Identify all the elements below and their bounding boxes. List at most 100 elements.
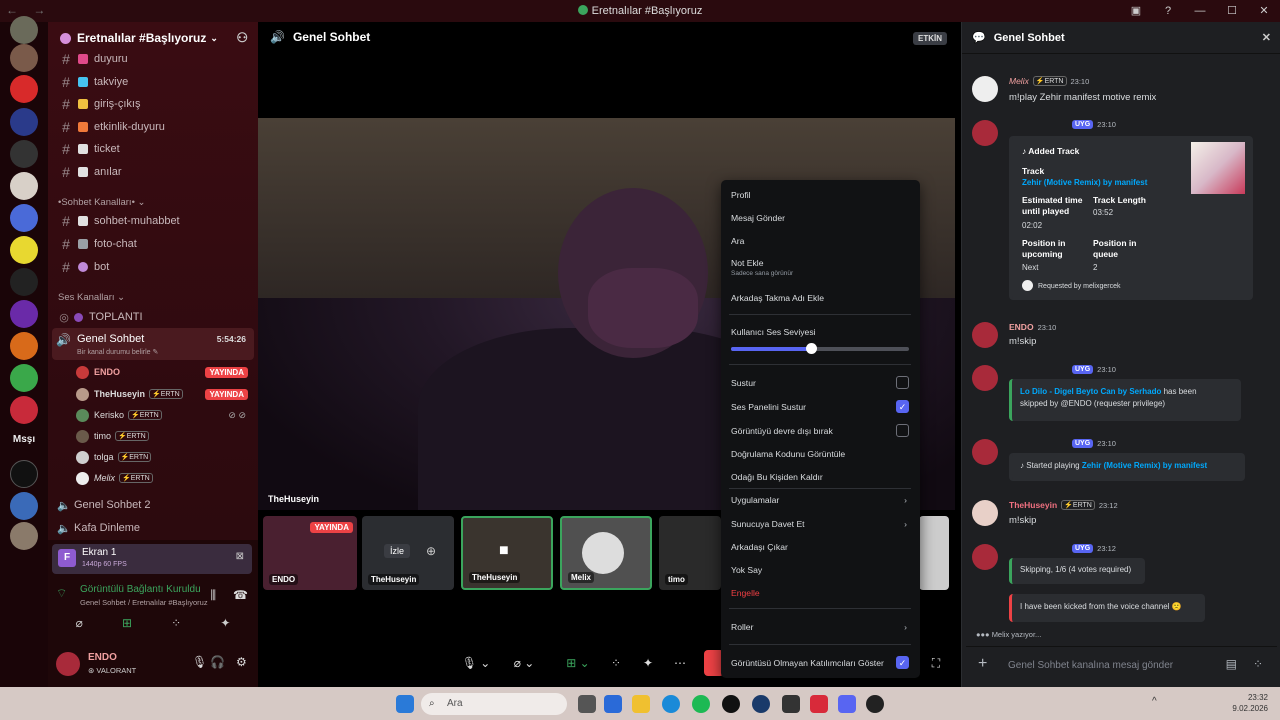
voice-channel-general-2[interactable]: 🔈 Genel Sohbet 2 — [54, 496, 254, 514]
edge-icon[interactable] — [662, 695, 680, 713]
channel-item[interactable]: # bot — [56, 257, 252, 277]
connection-status[interactable]: Görüntülü Bağlantı Kuruldu — [80, 584, 201, 595]
server-icon[interactable] — [10, 492, 38, 520]
menu-roles[interactable]: Roller › — [731, 622, 911, 632]
chat-message[interactable]: UYG 23:10 Lo Dilo - Digel Beyto Can by Se… — [970, 365, 1270, 421]
server-icon[interactable] — [10, 364, 38, 392]
stop-share-icon[interactable]: ⊠ — [236, 551, 244, 562]
add-attachment-icon[interactable]: + — [978, 655, 987, 673]
app-icon[interactable] — [810, 695, 828, 713]
menu-view-verification[interactable]: Doğrulama Kodunu Görüntüle — [731, 449, 911, 459]
message-input[interactable] — [1008, 657, 1228, 673]
voice-user[interactable]: timo ⚡ERTN — [76, 426, 252, 446]
camera-off-icon[interactable]: ⌀ ⌄ — [504, 650, 544, 676]
server-icon[interactable] — [10, 204, 38, 232]
disconnect-icon[interactable]: ☎ — [233, 588, 248, 602]
user-volume-slider[interactable] — [731, 343, 909, 354]
microphone-icon[interactable]: 🎙 ⌄ — [456, 650, 496, 676]
channel-item[interactable]: # giriş-çıkış — [56, 94, 252, 114]
server-icon[interactable] — [10, 300, 38, 328]
avatar[interactable] — [972, 322, 998, 348]
task-view-icon[interactable] — [578, 695, 596, 713]
voice-user[interactable]: tolga ⚡ERTN — [76, 447, 252, 467]
category-text-channels[interactable]: •Sohbet Kanalları• ⌄ — [58, 197, 146, 208]
screen-share-icon[interactable]: ⊞ ⌄ — [558, 650, 598, 676]
chat-message[interactable]: ENDO 23:10 m!skip — [970, 322, 1270, 352]
server-icon[interactable] — [10, 460, 38, 488]
guild-header[interactable]: Eretnalılar #Başlıyoruz ⌄ ⚇ — [48, 26, 258, 50]
voice-channel-general[interactable]: 🔊 Genel Sohbet 5:54:26 Bir kanal durumu … — [52, 328, 254, 360]
popout-icon[interactable]: ⊕ — [426, 544, 436, 558]
chevron-up-icon[interactable]: ^ — [1152, 696, 1157, 707]
discord-icon[interactable] — [838, 695, 856, 713]
activity-badge[interactable]: ETKİN — [913, 32, 947, 45]
message-author[interactable]: ENDO — [1009, 322, 1034, 332]
channel-item[interactable]: # ticket — [56, 139, 252, 159]
avatar[interactable] — [972, 500, 998, 526]
server-icon[interactable] — [10, 172, 38, 200]
participant-tile[interactable]: İzle ⊕ TheHuseyin — [362, 516, 454, 590]
file-explorer-icon[interactable] — [632, 695, 650, 713]
server-icon[interactable] — [10, 16, 38, 44]
message-author[interactable]: TheHuseyin — [1009, 500, 1057, 510]
avatar[interactable] — [972, 544, 998, 570]
noise-suppression-icon[interactable]: ⫼ — [210, 588, 216, 603]
participant-tile[interactable]: ■ TheHuseyin — [461, 516, 553, 590]
channel-item[interactable]: # takviye — [56, 72, 252, 92]
screen-share-icon[interactable]: ⊞ — [122, 616, 132, 636]
steam-icon[interactable] — [752, 695, 770, 713]
channel-item[interactable]: # anılar — [56, 162, 252, 182]
voice-channel-meeting[interactable]: ◎ TOPLANTI — [54, 308, 254, 326]
message-author[interactable]: Melix — [1009, 76, 1029, 86]
avatar[interactable] — [972, 120, 998, 146]
headphones-icon[interactable]: 🎧 — [210, 655, 225, 669]
fullscreen-icon[interactable]: ⛶ — [926, 650, 946, 676]
menu-remove-focus[interactable]: Odağı Bu Kişiden Kaldır — [731, 472, 911, 482]
soundboard-icon[interactable]: ✦ — [220, 616, 230, 636]
menu-remove-friend[interactable]: Arkadaşı Çıkar — [731, 542, 911, 552]
voice-user[interactable]: Kerisko ⚡ERTN ⊘ ⊘ — [76, 405, 252, 425]
track-link[interactable]: Zehir (Motive Remix) by manifest — [1022, 178, 1147, 187]
voice-user[interactable]: ENDO YAYINDA — [76, 362, 252, 382]
participant-tile[interactable]: Melix — [560, 516, 652, 590]
help-icon[interactable]: ? — [1152, 0, 1184, 22]
menu-show-nonvideo[interactable]: Görüntüsü Olmayan Katılımcıları Göster ✓ — [731, 656, 911, 669]
current-user[interactable]: ENDO ⊛ VALORANT 🎙 🎧 ⚙ — [56, 650, 256, 680]
menu-add-nickname[interactable]: Arkadaş Takma Adı Ekle — [731, 293, 911, 303]
voice-user[interactable]: TheHuseyin ⚡ERTN YAYINDA — [76, 384, 252, 404]
server-icon-label[interactable]: Msşı — [6, 434, 42, 445]
app-icon[interactable] — [782, 695, 800, 713]
menu-invite[interactable]: Sunucuya Davet Et › — [731, 519, 911, 529]
disable-video-checkbox[interactable] — [896, 424, 909, 437]
menu-call[interactable]: Ara — [731, 236, 911, 246]
menu-block[interactable]: Engelle — [731, 588, 911, 598]
settings-icon[interactable]: ⚙ — [236, 655, 247, 669]
track-link[interactable]: Lo Dilo - Digel Beyto Can by Serhado — [1020, 387, 1161, 396]
menu-send-message[interactable]: Mesaj Gönder — [731, 213, 911, 223]
server-icon[interactable] — [10, 396, 38, 424]
close-icon[interactable]: ✕ — [1262, 31, 1271, 44]
mute-soundboard-checkbox[interactable]: ✓ — [896, 400, 909, 413]
server-icon[interactable] — [10, 75, 38, 103]
microphone-icon[interactable]: 🎙 — [192, 655, 207, 669]
taskbar-search[interactable]: ⌕ Ara — [421, 693, 567, 715]
activities-icon[interactable]: ⁘ — [171, 616, 181, 636]
participant-tile[interactable]: YAYINDA ENDO — [263, 516, 357, 590]
spotify-icon[interactable] — [692, 695, 710, 713]
soundboard-icon[interactable]: ✦ — [638, 650, 658, 676]
channel-status[interactable]: Bir kanal durumu belirle ✎ — [77, 348, 158, 356]
app-icon[interactable] — [604, 695, 622, 713]
close-button[interactable]: ✕ — [1248, 0, 1280, 22]
channel-item[interactable]: # duyuru — [56, 49, 252, 69]
volume-knob[interactable] — [806, 343, 818, 354]
start-icon[interactable] — [396, 695, 414, 713]
participant-tile[interactable] — [919, 516, 949, 590]
mute-checkbox[interactable] — [896, 376, 909, 389]
chat-message[interactable]: TheHuseyin ⚡ERTN 23:12 m!skip — [970, 500, 1270, 530]
more-icon[interactable]: ⋯ — [670, 650, 690, 676]
taskbar-clock[interactable]: 23:32 9.02.2026 — [1232, 692, 1268, 714]
menu-disable-video[interactable]: Görüntüyü devre dışı bırak — [731, 424, 911, 437]
app-icon[interactable] — [722, 695, 740, 713]
show-nonvideo-checkbox[interactable]: ✓ — [896, 656, 909, 669]
menu-mute[interactable]: Sustur — [731, 376, 911, 389]
